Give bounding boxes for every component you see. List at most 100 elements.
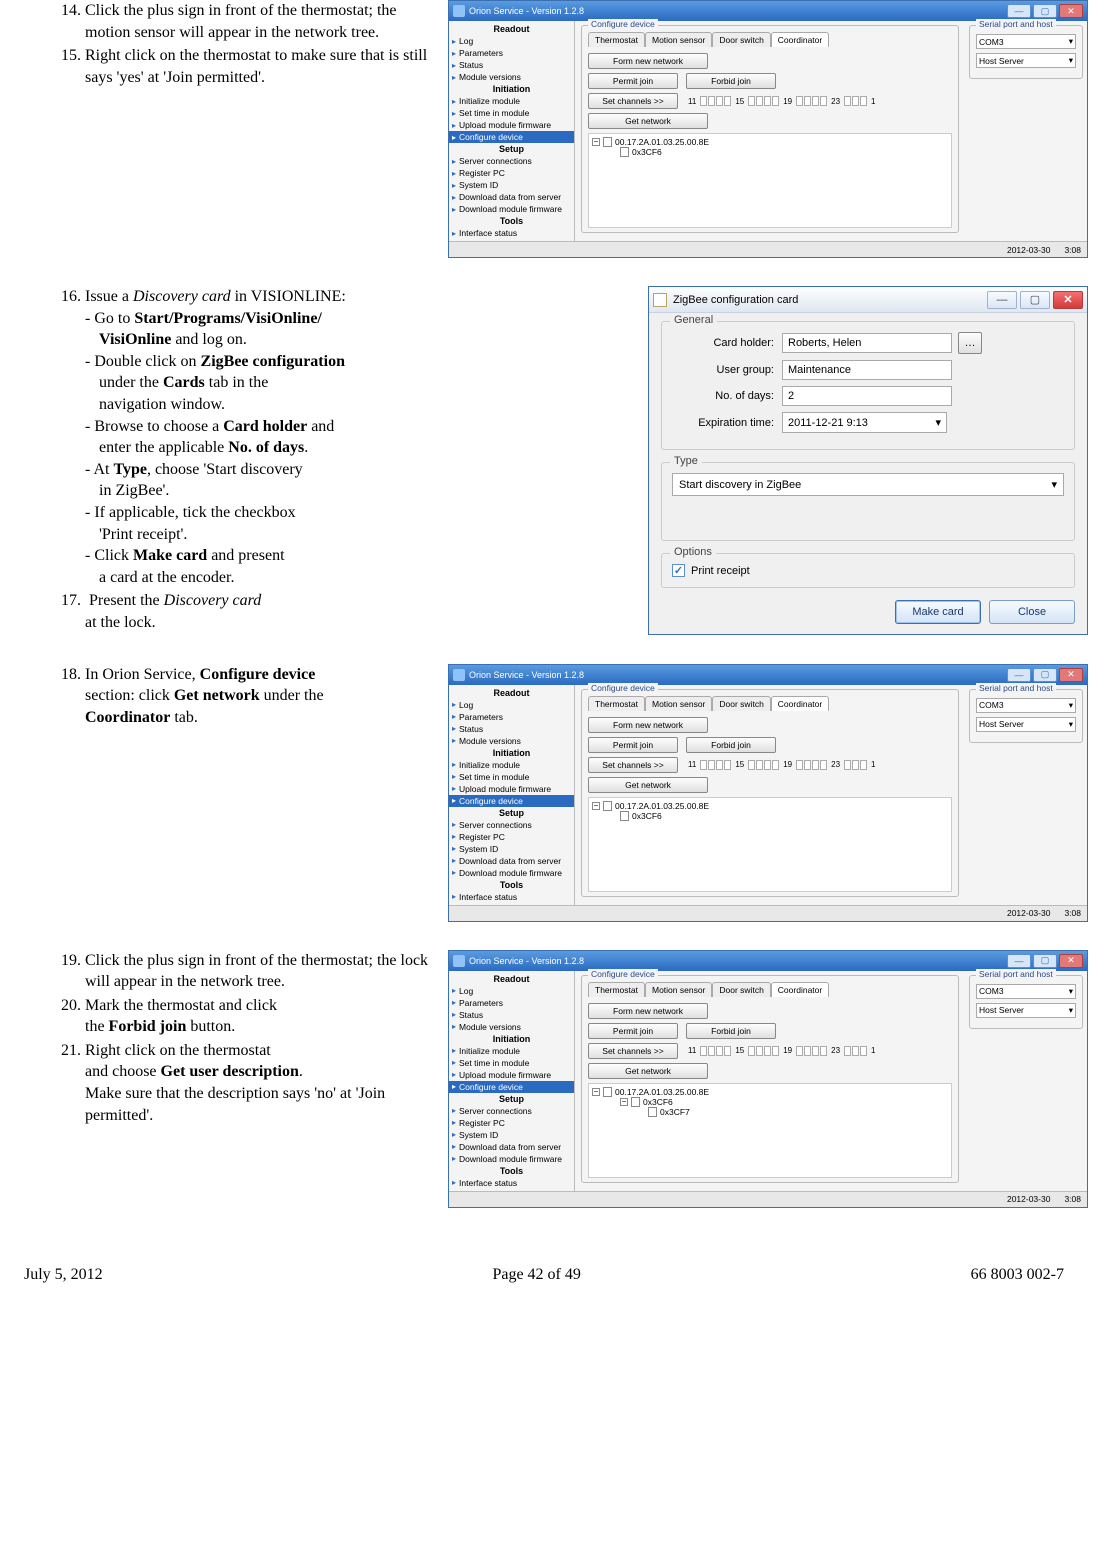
sidebar-item-parameters[interactable]: ▸Parameters xyxy=(449,711,574,723)
sidebar-item-upload-firmware[interactable]: ▸Upload module firmware xyxy=(449,783,574,795)
sidebar-item-initialize[interactable]: ▸Initialize module xyxy=(449,1045,574,1057)
sidebar-item-system-id[interactable]: ▸System ID xyxy=(449,843,574,855)
sidebar-item-download-firmware[interactable]: ▸Download module firmware xyxy=(449,1153,574,1165)
forbid-join-button[interactable]: Forbid join xyxy=(686,73,776,89)
sidebar-item-download-data[interactable]: ▸Download data from server xyxy=(449,191,574,203)
permit-join-button[interactable]: Permit join xyxy=(588,737,678,753)
sidebar-item-parameters[interactable]: ▸Parameters xyxy=(449,997,574,1009)
tab-motion-sensor[interactable]: Motion sensor xyxy=(645,696,712,711)
sidebar-item-system-id[interactable]: ▸System ID xyxy=(449,1129,574,1141)
tree-minus-icon[interactable]: − xyxy=(592,1088,600,1096)
sidebar-item-register-pc[interactable]: ▸Register PC xyxy=(449,831,574,843)
sidebar-item-status[interactable]: ▸Status xyxy=(449,723,574,735)
network-tree[interactable]: −00.17.2A.01.03.25.00.8E −0x3CF6 0x3CF7 xyxy=(588,1083,952,1178)
minimize-button[interactable]: — xyxy=(987,291,1017,309)
com-port-select[interactable]: COM3▾ xyxy=(976,984,1076,999)
tab-motion-sensor[interactable]: Motion sensor xyxy=(645,982,712,997)
sidebar-item-download-data[interactable]: ▸Download data from server xyxy=(449,855,574,867)
tree-child-1[interactable]: 0x3CF6 xyxy=(632,147,662,157)
tab-door-switch[interactable]: Door switch xyxy=(712,982,770,997)
set-channels-button[interactable]: Set channels >> xyxy=(588,1043,678,1059)
sidebar-item-diagnostics[interactable]: ▸Diagnostics xyxy=(449,1189,574,1191)
tree-minus-icon[interactable]: − xyxy=(620,1098,628,1106)
sidebar-item-register-pc[interactable]: ▸Register PC xyxy=(449,167,574,179)
sidebar-item-set-time[interactable]: ▸Set time in module xyxy=(449,771,574,783)
network-tree[interactable]: − 00.17.2A.01.03.25.00.8E 0x3CF6 xyxy=(588,133,952,228)
sidebar-item-download-data[interactable]: ▸Download data from server xyxy=(449,1141,574,1153)
sidebar-item-module-versions[interactable]: ▸Module versions xyxy=(449,1021,574,1033)
maximize-button[interactable]: ▢ xyxy=(1033,668,1057,682)
sidebar-item-server-connections[interactable]: ▸Server connections xyxy=(449,819,574,831)
minimize-button[interactable]: — xyxy=(1007,954,1031,968)
expiration-time-select[interactable]: 2011-12-21 9:13▾ xyxy=(782,412,947,433)
tab-door-switch[interactable]: Door switch xyxy=(712,696,770,711)
tree-root[interactable]: 00.17.2A.01.03.25.00.8E xyxy=(615,801,709,811)
sidebar-item-system-id[interactable]: ▸System ID xyxy=(449,179,574,191)
com-port-select[interactable]: COM3▾ xyxy=(976,698,1076,713)
close-button[interactable]: ✕ xyxy=(1059,4,1083,18)
close-button[interactable]: ✕ xyxy=(1053,291,1083,309)
tab-coordinator[interactable]: Coordinator xyxy=(771,982,829,997)
sidebar-item-initialize[interactable]: ▸Initialize module xyxy=(449,95,574,107)
permit-join-button[interactable]: Permit join xyxy=(588,1023,678,1039)
tab-thermostat[interactable]: Thermostat xyxy=(588,982,645,997)
tree-minus-icon[interactable]: − xyxy=(592,802,600,810)
sidebar-item-status[interactable]: ▸Status xyxy=(449,1009,574,1021)
sidebar-item-configure-device[interactable]: ▸Configure device xyxy=(449,131,574,143)
get-network-button[interactable]: Get network xyxy=(588,1063,708,1079)
tab-motion-sensor[interactable]: Motion sensor xyxy=(645,32,712,47)
print-receipt-checkbox[interactable]: ✓ Print receipt xyxy=(672,564,1064,577)
tree-child-1[interactable]: 0x3CF6 xyxy=(632,811,662,821)
card-holder-input[interactable]: Roberts, Helen xyxy=(782,333,952,353)
sidebar-item-upload-firmware[interactable]: ▸Upload module firmware xyxy=(449,119,574,131)
sidebar-item-server-connections[interactable]: ▸Server connections xyxy=(449,1105,574,1117)
sidebar-item-upload-firmware[interactable]: ▸Upload module firmware xyxy=(449,1069,574,1081)
com-port-select[interactable]: COM3▾ xyxy=(976,34,1076,49)
get-network-button[interactable]: Get network xyxy=(588,777,708,793)
tree-root[interactable]: 00.17.2A.01.03.25.00.8E xyxy=(615,137,709,147)
sidebar-item-status[interactable]: ▸Status xyxy=(449,59,574,71)
forbid-join-button[interactable]: Forbid join xyxy=(686,1023,776,1039)
type-select[interactable]: Start discovery in ZigBee▾ xyxy=(672,473,1064,496)
set-channels-button[interactable]: Set channels >> xyxy=(588,93,678,109)
sidebar-item-set-time[interactable]: ▸Set time in module xyxy=(449,1057,574,1069)
host-select[interactable]: Host Server▾ xyxy=(976,53,1076,68)
sidebar-item-server-connections[interactable]: ▸Server connections xyxy=(449,155,574,167)
user-group-input[interactable]: Maintenance xyxy=(782,360,952,380)
sidebar-item-register-pc[interactable]: ▸Register PC xyxy=(449,1117,574,1129)
form-new-network-button[interactable]: Form new network xyxy=(588,717,708,733)
host-select[interactable]: Host Server▾ xyxy=(976,717,1076,732)
tree-child-1[interactable]: 0x3CF6 xyxy=(643,1097,673,1107)
tab-coordinator[interactable]: Coordinator xyxy=(771,696,829,711)
forbid-join-button[interactable]: Forbid join xyxy=(686,737,776,753)
tab-thermostat[interactable]: Thermostat xyxy=(588,32,645,47)
maximize-button[interactable]: ▢ xyxy=(1033,4,1057,18)
close-dialog-button[interactable]: Close xyxy=(989,600,1075,624)
sidebar-item-diagnostics[interactable]: ▸Diagnostics xyxy=(449,239,574,241)
no-of-days-input[interactable]: 2 xyxy=(782,386,952,406)
sidebar-item-set-time[interactable]: ▸Set time in module xyxy=(449,107,574,119)
form-new-network-button[interactable]: Form new network xyxy=(588,53,708,69)
minimize-button[interactable]: — xyxy=(1007,668,1031,682)
tab-door-switch[interactable]: Door switch xyxy=(712,32,770,47)
maximize-button[interactable]: ▢ xyxy=(1033,954,1057,968)
tab-thermostat[interactable]: Thermostat xyxy=(588,696,645,711)
sidebar-item-module-versions[interactable]: ▸Module versions xyxy=(449,71,574,83)
minimize-button[interactable]: — xyxy=(1007,4,1031,18)
sidebar-item-parameters[interactable]: ▸Parameters xyxy=(449,47,574,59)
sidebar-item-interface-status[interactable]: ▸Interface status xyxy=(449,227,574,239)
get-network-button[interactable]: Get network xyxy=(588,113,708,129)
sidebar-item-diagnostics[interactable]: ▸Diagnostics xyxy=(449,903,574,905)
sidebar-item-log[interactable]: ▸Log xyxy=(449,699,574,711)
sidebar-item-configure-device[interactable]: ▸Configure device xyxy=(449,1081,574,1093)
tree-minus-icon[interactable]: − xyxy=(592,138,600,146)
close-button[interactable]: ✕ xyxy=(1059,668,1083,682)
sidebar-item-initialize[interactable]: ▸Initialize module xyxy=(449,759,574,771)
tree-root[interactable]: 00.17.2A.01.03.25.00.8E xyxy=(615,1087,709,1097)
close-button[interactable]: ✕ xyxy=(1059,954,1083,968)
sidebar-item-interface-status[interactable]: ▸Interface status xyxy=(449,1177,574,1189)
sidebar-item-interface-status[interactable]: ▸Interface status xyxy=(449,891,574,903)
network-tree[interactable]: − 00.17.2A.01.03.25.00.8E 0x3CF6 xyxy=(588,797,952,892)
tree-child-2[interactable]: 0x3CF7 xyxy=(660,1107,690,1117)
browse-card-holder-button[interactable]: … xyxy=(958,332,982,354)
